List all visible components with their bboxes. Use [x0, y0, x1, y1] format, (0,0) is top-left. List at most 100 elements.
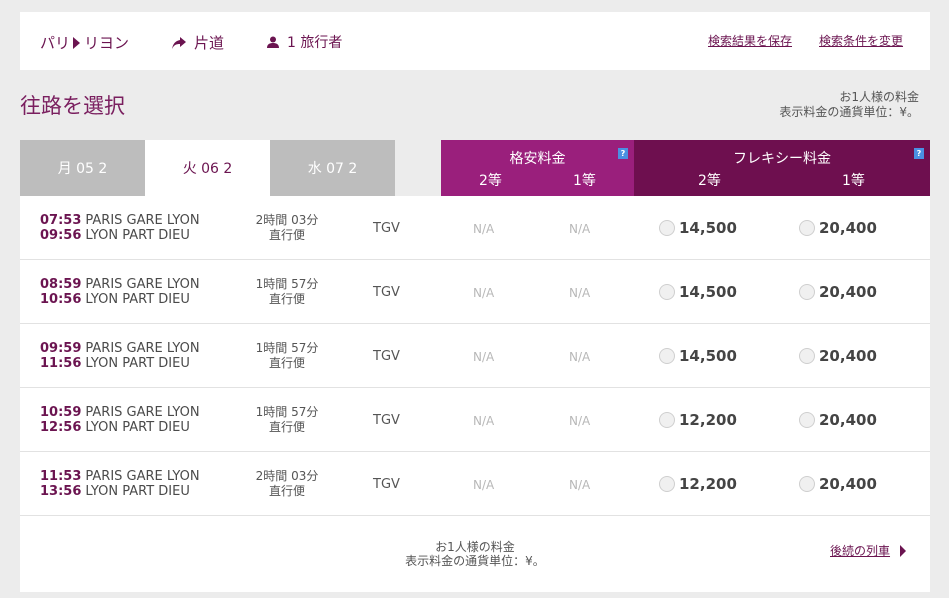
departure-time: 10:59	[40, 405, 82, 420]
budget-class2-fare: N/A	[473, 222, 495, 236]
duration-value: 1時間 57分	[255, 405, 319, 419]
fare-amount: 12,200	[679, 411, 737, 429]
fare-info: お1人様の料金 表示料金の通貨単位：¥。	[779, 90, 919, 120]
train-type: TGV	[373, 413, 400, 428]
train-times: 11:53 PARIS GARE LYON 13:56 LYON PART DIEU	[40, 469, 200, 499]
duration: 2時間 03分 直行便	[242, 469, 332, 499]
radio-button[interactable]	[659, 348, 675, 364]
fare-amount: 14,500	[679, 347, 737, 365]
fare-info-line2: 表示料金の通貨単位：¥。	[779, 105, 919, 119]
table-row: 08:59 PARIS GARE LYON 10:56 LYON PART DIEU…	[20, 260, 930, 324]
flexi-class1-fare[interactable]: 20,400	[799, 347, 877, 365]
departure-station: PARIS GARE LYON	[85, 213, 200, 228]
departure-station: PARIS GARE LYON	[85, 341, 200, 356]
radio-button[interactable]	[659, 476, 675, 492]
flexi-class2-fare[interactable]: 12,200	[659, 475, 737, 493]
help-icon[interactable]: ?	[618, 148, 628, 159]
fare-amount: 12,200	[679, 475, 737, 493]
date-tab[interactable]: 水 07 2	[270, 140, 395, 196]
flexi-class1-fare[interactable]: 20,400	[799, 411, 877, 429]
budget-class1-label: 1等	[573, 173, 596, 189]
budget-class2-fare: N/A	[473, 286, 495, 300]
share-arrow-icon	[172, 36, 186, 49]
flexi-fare-title: フレキシー料金	[733, 151, 831, 167]
train-type: TGV	[373, 221, 400, 236]
departure-station: PARIS GARE LYON	[85, 469, 200, 484]
arrow-right-icon	[73, 36, 81, 49]
date-tab-active[interactable]: 火 06 2	[145, 140, 270, 196]
flexi-class2-fare[interactable]: 12,200	[659, 411, 737, 429]
arrival-station: LYON PART DIEU	[85, 484, 190, 499]
flexi-class2-fare[interactable]: 14,500	[659, 347, 737, 365]
train-times: 09:59 PARIS GARE LYON 11:56 LYON PART DIEU	[40, 341, 200, 371]
fare-amount: 20,400	[819, 283, 877, 301]
arrival-station: LYON PART DIEU	[85, 292, 190, 307]
train-type: TGV	[373, 285, 400, 300]
radio-button[interactable]	[799, 220, 815, 236]
departure-time: 07:53	[40, 213, 82, 228]
flexi-class1-fare[interactable]: 20,400	[799, 283, 877, 301]
train-times: 08:59 PARIS GARE LYON 10:56 LYON PART DIEU	[40, 277, 200, 307]
departure-time: 08:59	[40, 277, 82, 292]
help-icon[interactable]: ?	[914, 148, 924, 159]
direct-label: 直行便	[268, 228, 305, 242]
person-icon	[267, 36, 279, 48]
departure-station: PARIS GARE LYON	[85, 277, 200, 292]
arrival-station: LYON PART DIEU	[85, 228, 190, 243]
budget-class2-fare: N/A	[473, 350, 495, 364]
flexi-class2-fare[interactable]: 14,500	[659, 219, 737, 237]
budget-class2-label: 2等	[479, 173, 502, 189]
flexi-class1-fare[interactable]: 20,400	[799, 475, 877, 493]
flexi-class1-fare[interactable]: 20,400	[799, 219, 877, 237]
flexi-class1-label: 1等	[842, 173, 865, 189]
budget-class1-fare: N/A	[569, 286, 591, 300]
change-search-link[interactable]: 検索条件を変更	[819, 32, 903, 49]
trip-type: 片道	[172, 32, 224, 53]
radio-button[interactable]	[799, 348, 815, 364]
direct-label: 直行便	[268, 420, 305, 434]
results-footer: お1人様の料金 表示料金の通貨単位：¥。 後続の列車	[20, 516, 930, 592]
budget-class2-fare: N/A	[473, 414, 495, 428]
page-title: 往路を選択	[20, 94, 125, 118]
arrow-right-icon	[900, 544, 907, 557]
radio-button[interactable]	[659, 284, 675, 300]
arrival-time: 09:56	[40, 228, 82, 243]
flexi-class2-label: 2等	[698, 173, 721, 189]
traveler-label: 1 旅行者	[287, 35, 343, 51]
train-times: 07:53 PARIS GARE LYON 09:56 LYON PART DIEU	[40, 213, 200, 243]
date-tab[interactable]: 月 05 2	[20, 140, 145, 196]
arrival-time: 12:56	[40, 420, 82, 435]
train-type: TGV	[373, 349, 400, 364]
later-trains-label: 後続の列車	[830, 544, 891, 558]
radio-button[interactable]	[799, 476, 815, 492]
origin-city: パリ	[40, 34, 71, 52]
fare-amount: 14,500	[679, 219, 737, 237]
radio-button[interactable]	[659, 220, 675, 236]
departure-time: 11:53	[40, 469, 82, 484]
fare-amount: 14,500	[679, 283, 737, 301]
duration-value: 1時間 57分	[255, 277, 319, 291]
footer-fare-info-line1: お1人様の料金	[435, 540, 515, 554]
arrival-time: 11:56	[40, 356, 82, 371]
later-trains-link[interactable]: 後続の列車	[830, 542, 907, 559]
save-results-link[interactable]: 検索結果を保存	[708, 32, 792, 49]
table-row: 09:59 PARIS GARE LYON 11:56 LYON PART DIEU…	[20, 324, 930, 388]
budget-fare-header: 格安料金 ? 2等 1等	[441, 140, 634, 196]
radio-button[interactable]	[799, 284, 815, 300]
fare-amount: 20,400	[819, 219, 877, 237]
fare-amount: 20,400	[819, 475, 877, 493]
budget-class1-fare: N/A	[569, 350, 591, 364]
flexi-fare-header: フレキシー料金 ? 2等 1等	[634, 140, 930, 196]
duration-value: 2時間 03分	[255, 469, 319, 483]
flexi-class2-fare[interactable]: 14,500	[659, 283, 737, 301]
train-times: 10:59 PARIS GARE LYON 12:56 LYON PART DIEU	[40, 405, 200, 435]
search-summary-bar: パリ リヨン 片道 1 旅行者 検索結果を保存 検索条件を変更	[20, 12, 930, 70]
radio-button[interactable]	[799, 412, 815, 428]
arrival-time: 10:56	[40, 292, 82, 307]
arrival-station: LYON PART DIEU	[85, 356, 190, 371]
fare-amount: 20,400	[819, 347, 877, 365]
radio-button[interactable]	[659, 412, 675, 428]
destination-city: リヨン	[84, 34, 130, 52]
departure-station: PARIS GARE LYON	[85, 405, 200, 420]
route-summary: パリ リヨン	[40, 32, 129, 53]
